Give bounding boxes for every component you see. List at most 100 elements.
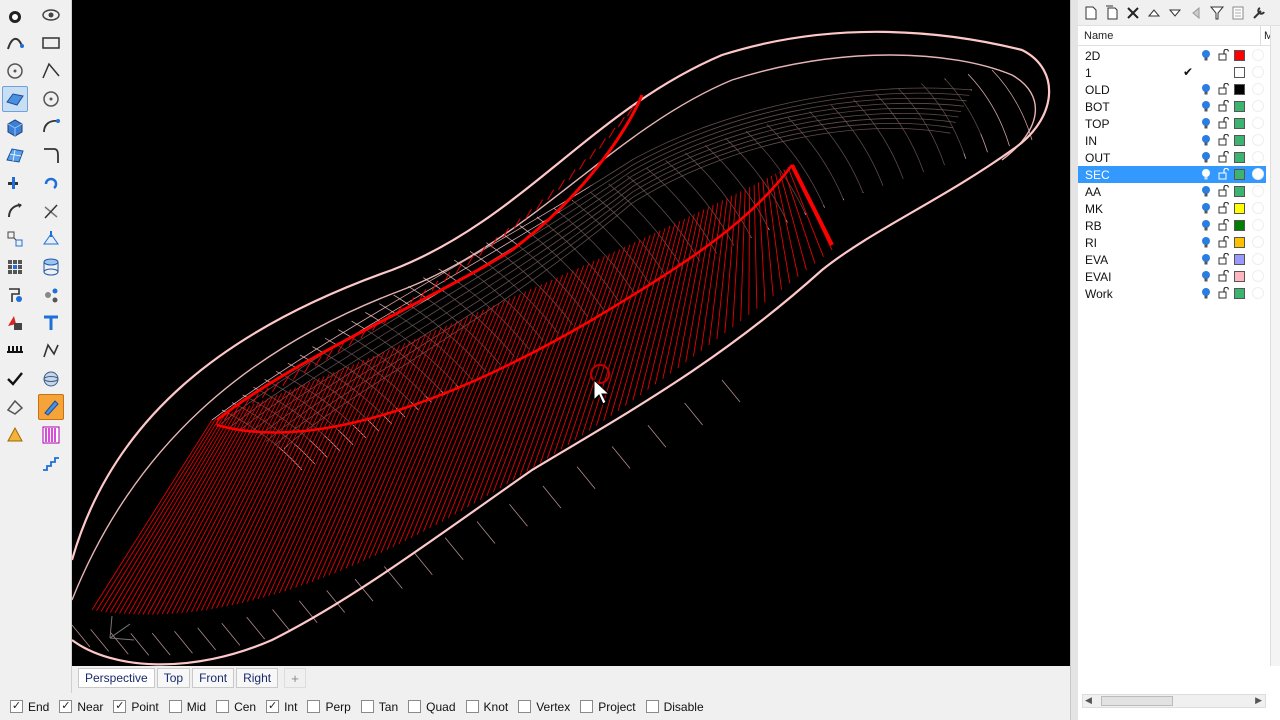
filter-button[interactable] xyxy=(1206,2,1227,24)
horizontal-scrollbar[interactable]: ◀ ▶ xyxy=(1082,694,1266,708)
layer-color-swatch[interactable] xyxy=(1234,67,1245,78)
visibility-bulb-icon[interactable] xyxy=(1201,253,1211,266)
toolbar-button-array-tool[interactable] xyxy=(2,338,28,364)
toolbar-button-rectangle-tool[interactable] xyxy=(38,30,64,56)
unlocked-padlock-icon[interactable] xyxy=(1218,134,1229,146)
layer-row[interactable]: EVAI xyxy=(1078,268,1266,285)
osnap-near[interactable]: ✓ Near xyxy=(59,700,103,714)
toolbar-button-dimension-tool[interactable] xyxy=(2,226,28,252)
unlocked-padlock-icon[interactable] xyxy=(1218,219,1229,231)
osnap-checkbox[interactable]: ✓ xyxy=(266,700,280,713)
move-up-button[interactable] xyxy=(1143,2,1164,24)
layer-color-swatch[interactable] xyxy=(1234,118,1245,129)
toolbar-button-move-tool[interactable] xyxy=(2,198,28,224)
material-icon[interactable] xyxy=(1252,236,1264,248)
layer-row[interactable]: RB xyxy=(1078,217,1266,234)
unlocked-padlock-icon[interactable] xyxy=(1218,287,1229,299)
tab-right[interactable]: Right xyxy=(236,668,279,688)
layer-name[interactable]: 1 xyxy=(1085,66,1092,80)
unlocked-padlock-icon[interactable] xyxy=(1218,100,1229,112)
tab-top[interactable]: Top xyxy=(156,668,191,688)
visibility-bulb-icon[interactable] xyxy=(1201,185,1211,198)
osnap-disable[interactable]: Disable xyxy=(645,700,704,714)
material-icon[interactable] xyxy=(1252,168,1264,180)
layer-color-swatch[interactable] xyxy=(1234,203,1245,214)
layer-name[interactable]: SEC xyxy=(1085,168,1110,182)
tools-wrench-button[interactable] xyxy=(1248,2,1269,24)
material-icon[interactable] xyxy=(1252,83,1264,95)
material-icon[interactable] xyxy=(1252,100,1264,112)
layer-row[interactable]: OUT xyxy=(1078,149,1266,166)
tab-perspective[interactable]: Perspective xyxy=(78,668,155,688)
unlocked-padlock-icon[interactable] xyxy=(1218,236,1229,248)
toolbar-button-analyze-tool[interactable] xyxy=(2,282,28,308)
layer-color-swatch[interactable] xyxy=(1234,101,1245,112)
scroll-left-icon[interactable]: ◀ xyxy=(1085,695,1092,706)
osnap-quad[interactable]: Quad xyxy=(408,700,456,714)
osnap-knot[interactable]: Knot xyxy=(465,700,508,714)
toolbar-button-rotate-tool[interactable] xyxy=(38,170,64,196)
osnap-perp[interactable]: Perp xyxy=(307,700,351,714)
toolbar-button-extrude-tool[interactable] xyxy=(38,254,64,280)
osnap-project[interactable]: Project xyxy=(580,700,636,714)
new-sublayer-button[interactable] xyxy=(1101,2,1122,24)
layer-row[interactable]: 1 ✔ xyxy=(1078,64,1266,81)
unlocked-padlock-icon[interactable] xyxy=(1218,185,1229,197)
toolbar-button-text-tool[interactable] xyxy=(38,282,64,308)
material-icon[interactable] xyxy=(1252,185,1264,197)
osnap-checkbox[interactable] xyxy=(168,700,182,713)
toolbar-button-circle-tool[interactable] xyxy=(38,86,64,112)
visibility-bulb-icon[interactable] xyxy=(1201,202,1211,215)
toolbar-button-polyline-tool[interactable] xyxy=(38,58,64,84)
osnap-checkbox[interactable]: ✓ xyxy=(59,700,73,713)
osnap-checkbox[interactable] xyxy=(518,700,532,713)
toolbar-button-cylinder-tool[interactable] xyxy=(38,198,64,224)
scrollbar-thumb[interactable] xyxy=(1101,696,1173,706)
material-icon[interactable] xyxy=(1252,253,1264,265)
layer-row[interactable]: OLD xyxy=(1078,81,1266,98)
visibility-bulb-icon[interactable] xyxy=(1201,270,1211,283)
visibility-bulb-icon[interactable] xyxy=(1201,134,1211,147)
visibility-bulb-icon[interactable] xyxy=(1201,100,1211,113)
layer-color-swatch[interactable] xyxy=(1234,169,1245,180)
layer-name[interactable]: OLD xyxy=(1085,83,1110,97)
material-icon[interactable] xyxy=(1252,202,1264,214)
vertical-scrollbar[interactable] xyxy=(1270,26,1280,666)
unlocked-padlock-icon[interactable] xyxy=(1218,168,1229,180)
visibility-bulb-icon[interactable] xyxy=(1201,287,1211,300)
layer-row[interactable]: Work xyxy=(1078,285,1266,302)
osnap-checkbox[interactable]: ✓ xyxy=(113,700,127,713)
layer-name[interactable]: 2D xyxy=(1085,49,1100,63)
layer-row[interactable]: TOP xyxy=(1078,115,1266,132)
osnap-checkbox[interactable] xyxy=(645,700,659,713)
unlocked-padlock-icon[interactable] xyxy=(1218,202,1229,214)
toolbar-button-light-tool[interactable] xyxy=(2,394,28,420)
layer-name[interactable]: OUT xyxy=(1085,151,1110,165)
toolbar-button-paint-tool[interactable] xyxy=(2,422,28,448)
osnap-checkbox[interactable]: ✓ xyxy=(10,700,23,713)
toolbar-button-view-eye[interactable] xyxy=(38,2,64,28)
layer-color-swatch[interactable] xyxy=(1234,50,1245,61)
toolbar-button-surface-tool[interactable] xyxy=(2,86,28,112)
toolbar-button-sphere-tool[interactable] xyxy=(38,366,64,392)
toolbar-button-circle-tool[interactable] xyxy=(2,58,28,84)
visibility-bulb-icon[interactable] xyxy=(1201,117,1211,130)
layer-name[interactable]: AA xyxy=(1085,185,1101,199)
toolbar-button-render-tool[interactable] xyxy=(2,310,28,336)
layer-row[interactable]: EVA xyxy=(1078,251,1266,268)
osnap-mid[interactable]: Mid xyxy=(168,700,206,714)
toolbar-button-group-tool[interactable] xyxy=(38,226,64,252)
osnap-checkbox[interactable] xyxy=(408,700,422,713)
layer-row[interactable]: RI xyxy=(1078,234,1266,251)
layer-row[interactable]: IN xyxy=(1078,132,1266,149)
move-down-button[interactable] xyxy=(1164,2,1185,24)
material-icon[interactable] xyxy=(1252,270,1264,282)
osnap-checkbox[interactable] xyxy=(580,700,594,713)
scroll-right-icon[interactable]: ▶ xyxy=(1255,695,1262,706)
unlocked-padlock-icon[interactable] xyxy=(1218,151,1229,163)
osnap-vertex[interactable]: Vertex xyxy=(518,700,570,714)
unlocked-padlock-icon[interactable] xyxy=(1218,49,1229,61)
layer-name[interactable]: EVAI xyxy=(1085,270,1111,284)
material-icon[interactable] xyxy=(1252,117,1264,129)
layer-row[interactable]: SEC xyxy=(1078,166,1266,183)
